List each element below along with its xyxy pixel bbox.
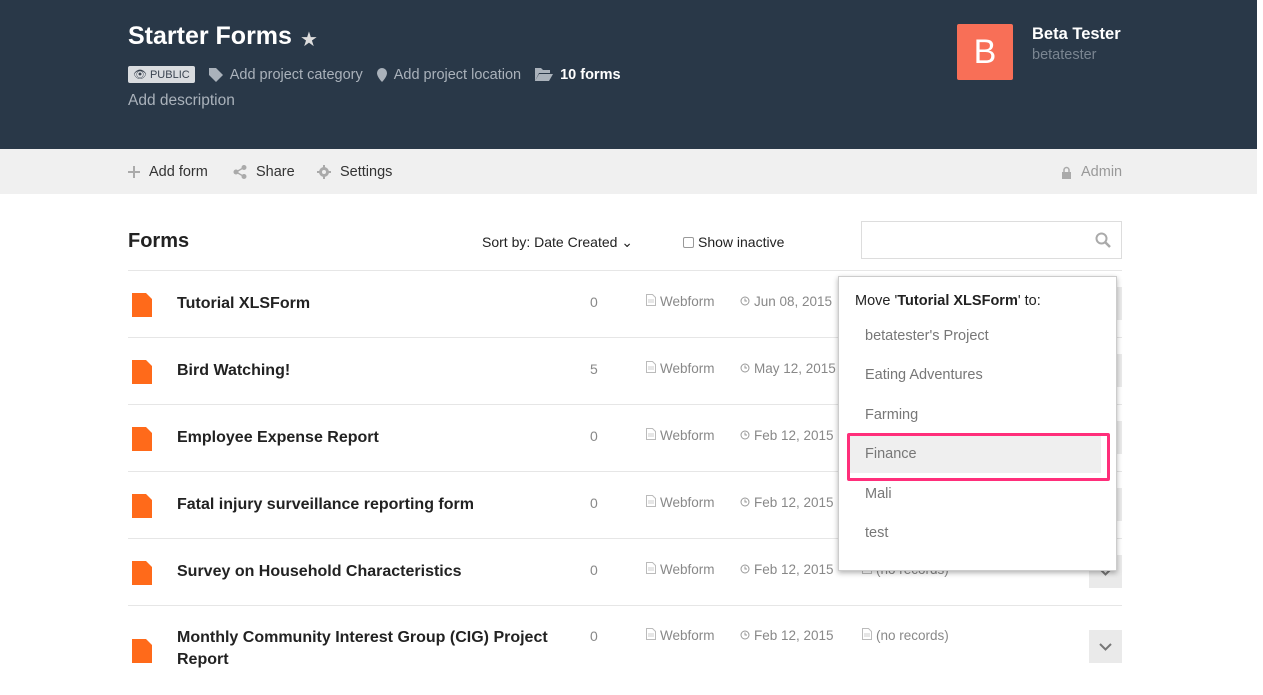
form-file-icon [132, 639, 152, 663]
document-icon [646, 495, 656, 510]
form-name[interactable]: Bird Watching! [177, 360, 567, 382]
form-name[interactable]: Tutorial XLSForm [177, 293, 567, 315]
document-icon [646, 361, 656, 376]
move-menu-title: Move 'Tutorial XLSForm' to: [855, 293, 1041, 309]
form-file-icon [132, 494, 152, 518]
clock-icon [740, 361, 750, 376]
user-handle: betatester [1032, 47, 1097, 63]
settings-button[interactable]: Settings [317, 164, 392, 180]
form-type: Webform [646, 294, 715, 309]
chevron-down-icon [1099, 642, 1112, 651]
move-target-item[interactable]: Farming [848, 396, 1101, 434]
map-marker-icon [376, 67, 387, 82]
form-file-icon [132, 293, 152, 317]
eye-icon: 👁 [133, 69, 147, 81]
project-meta: 👁 PUBLIC Add project category Add project… [128, 66, 621, 83]
add-description-link[interactable]: Add description [128, 92, 235, 110]
form-date: Feb 12, 2015 [740, 495, 834, 510]
document-icon [646, 562, 656, 577]
form-submission-count: 0 [590, 294, 598, 310]
forms-count: 10 forms [535, 67, 621, 83]
download-icon [862, 628, 872, 643]
form-type: Webform [646, 562, 715, 577]
clock-icon [740, 628, 750, 643]
lock-icon [1062, 166, 1071, 179]
form-name[interactable]: Employee Expense Report [177, 427, 567, 449]
clock-icon [740, 294, 750, 309]
form-date: Feb 12, 2015 [740, 628, 834, 643]
search-input[interactable] [861, 221, 1122, 259]
form-row[interactable]: Monthly Community Interest Group (CIG) P… [128, 605, 1122, 695]
form-file-icon [132, 427, 152, 451]
search-icon [1095, 232, 1111, 248]
project-title[interactable]: Starter Forms [128, 22, 292, 51]
form-date: Jun 08, 2015 [740, 294, 832, 309]
form-type: Webform [646, 495, 715, 510]
form-submission-count: 0 [590, 628, 598, 644]
show-inactive-checkbox[interactable]: Show inactive [683, 234, 784, 250]
move-target-item[interactable]: Finance [848, 435, 1101, 473]
form-date: May 12, 2015 [740, 361, 836, 376]
admin-label: Admin [1061, 164, 1122, 180]
share-button[interactable]: Share [233, 164, 295, 180]
add-form-button[interactable]: Add form [128, 164, 208, 180]
user-name[interactable]: Beta Tester [1032, 25, 1121, 44]
sort-dropdown[interactable]: Sort by: Date Created ⌄ [482, 234, 633, 251]
move-target-item[interactable]: betatester's Project [848, 317, 1101, 355]
checkbox[interactable] [683, 236, 694, 248]
form-type: Webform [646, 428, 715, 443]
avatar[interactable]: B [957, 24, 1013, 80]
move-target-item[interactable]: test [848, 514, 1101, 552]
form-records-status: (no records) [862, 628, 949, 643]
form-file-icon [132, 561, 152, 585]
move-target-item[interactable]: Eating Adventures [848, 356, 1101, 394]
chevron-down-icon: ⌄ [621, 234, 634, 250]
form-submission-count: 0 [590, 495, 598, 511]
gear-icon [317, 165, 331, 179]
form-date: Feb 12, 2015 [740, 562, 834, 577]
form-type: Webform [646, 361, 715, 376]
move-target-item[interactable]: Mali [848, 475, 1101, 513]
add-category-link[interactable]: Add project category [208, 67, 363, 83]
tag-icon [208, 67, 223, 82]
document-icon [646, 628, 656, 643]
folder-open-icon [535, 68, 554, 81]
form-submission-count: 0 [590, 428, 598, 444]
document-icon [646, 428, 656, 443]
forms-heading: Forms [128, 230, 190, 252]
form-actions-button[interactable] [1089, 630, 1122, 663]
share-icon [233, 165, 247, 179]
form-file-icon [132, 360, 152, 384]
add-location-link[interactable]: Add project location [376, 67, 521, 83]
star-icon[interactable]: ★ [300, 27, 318, 52]
document-icon [646, 294, 656, 309]
form-submission-count: 0 [590, 562, 598, 578]
move-form-menu: Move 'Tutorial XLSForm' to: betatester's… [838, 276, 1117, 571]
plus-icon [128, 166, 140, 178]
form-type: Webform [646, 628, 715, 643]
clock-icon [740, 428, 750, 443]
clock-icon [740, 562, 750, 577]
form-name[interactable]: Survey on Household Characteristics [177, 561, 567, 583]
clock-icon [740, 495, 750, 510]
visibility-badge[interactable]: 👁 PUBLIC [128, 66, 195, 83]
form-submission-count: 5 [590, 361, 598, 377]
form-name[interactable]: Monthly Community Interest Group (CIG) P… [177, 627, 567, 671]
form-name[interactable]: Fatal injury surveillance reporting form [177, 494, 567, 516]
form-date: Feb 12, 2015 [740, 428, 834, 443]
